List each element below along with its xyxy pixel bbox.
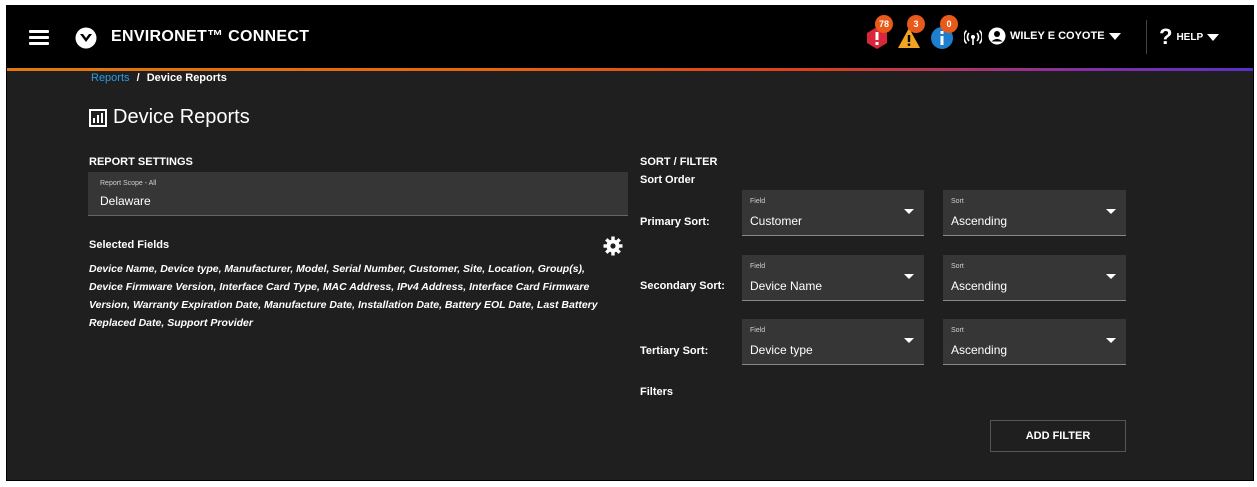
tertiary-sort-direction-select[interactable]: Sort Ascending	[943, 319, 1126, 365]
info-alerts-button[interactable]: 0	[930, 15, 958, 52]
help-menu-button[interactable]: ? HELP	[1159, 24, 1220, 50]
tertiary-sort-label: Tertiary Sort:	[640, 345, 709, 357]
selected-fields-label: Selected Fields	[89, 239, 170, 251]
menu-icon[interactable]	[29, 30, 49, 45]
filters-label: Filters	[640, 386, 674, 398]
report-scope-value: Delaware	[100, 194, 151, 208]
dropdown-caret-icon	[1106, 274, 1116, 279]
report-settings-heading: REPORT SETTINGS	[89, 156, 193, 168]
field-select-value: Device type	[750, 343, 813, 357]
report-scope-field[interactable]: Report Scope - All Delaware	[88, 172, 628, 216]
dropdown-caret-icon	[1106, 209, 1116, 214]
info-count-badge: 0	[940, 15, 958, 33]
secondary-sort-direction-select[interactable]: Sort Ascending	[943, 255, 1126, 301]
warning-alerts-button[interactable]: 3	[897, 15, 925, 52]
dropdown-caret-icon	[904, 274, 914, 279]
sort-filter-heading: SORT / FILTER	[640, 156, 718, 168]
field-select-value: Customer	[750, 214, 803, 228]
primary-sort-label: Primary Sort:	[640, 216, 710, 228]
dropdown-caret-icon	[904, 338, 914, 343]
tertiary-sort-field-select[interactable]: Field Device type	[742, 319, 924, 365]
critical-alerts-button[interactable]: 78	[865, 15, 893, 52]
vertiv-logo-icon	[75, 27, 97, 49]
gear-icon[interactable]	[603, 236, 623, 256]
primary-sort-field-select[interactable]: Field Customer	[742, 190, 924, 236]
user-menu-caret-icon	[1108, 32, 1121, 40]
user-name: WILEY E COYOTE	[1010, 30, 1105, 42]
header-divider	[1146, 20, 1147, 54]
page-title: Device Reports	[89, 106, 250, 129]
sort-order-label: Sort Order	[640, 174, 696, 186]
sort-select-label: Sort	[951, 198, 964, 205]
page-title-text: Device Reports	[113, 106, 250, 128]
secondary-sort-label: Secondary Sort:	[640, 280, 725, 292]
critical-count-badge: 78	[875, 15, 893, 33]
sort-select-value: Ascending	[951, 343, 1008, 357]
sort-select-label: Sort	[951, 263, 964, 270]
secondary-sort-field-select[interactable]: Field Device Name	[742, 255, 924, 301]
app-frame: ENVIRONET™ CONNECT 78 3 0 WILEY E COYOTE…	[6, 5, 1254, 481]
user-menu-button[interactable]: WILEY E COYOTE	[988, 27, 1121, 45]
field-select-label: Field	[750, 263, 766, 270]
breadcrumb-current: Device Reports	[146, 72, 227, 84]
help-label: HELP	[1176, 31, 1204, 43]
report-scope-label: Report Scope - All	[100, 180, 157, 187]
sort-select-value: Ascending	[951, 279, 1008, 293]
breadcrumb-separator: /	[136, 72, 140, 84]
sort-select-value: Ascending	[951, 214, 1008, 228]
sort-select-label: Sort	[951, 327, 964, 334]
primary-sort-direction-select[interactable]: Sort Ascending	[943, 190, 1126, 236]
top-nav-bar: ENVIRONET™ CONNECT 78 3 0 WILEY E COYOTE…	[7, 6, 1253, 68]
dropdown-caret-icon	[904, 209, 914, 214]
breadcrumb-reports-link[interactable]: Reports	[91, 72, 130, 84]
app-title: ENVIRONET™ CONNECT	[111, 28, 310, 45]
add-filter-button[interactable]: ADD FILTER	[990, 420, 1126, 452]
dropdown-caret-icon	[1106, 338, 1116, 343]
warning-count-badge: 3	[907, 15, 925, 33]
connectivity-icon[interactable]	[963, 29, 983, 50]
report-icon	[89, 108, 107, 127]
question-mark-icon: ?	[1159, 24, 1173, 49]
selected-fields-list: Device Name, Device type, Manufacturer, …	[89, 263, 598, 329]
field-select-label: Field	[750, 198, 766, 205]
user-avatar-icon	[988, 27, 1006, 45]
field-select-label: Field	[750, 327, 766, 334]
header-accent-bar	[7, 68, 1253, 71]
help-caret-icon	[1207, 33, 1220, 41]
breadcrumb: Reports / Device Reports	[91, 72, 227, 84]
field-select-value: Device Name	[750, 279, 823, 293]
